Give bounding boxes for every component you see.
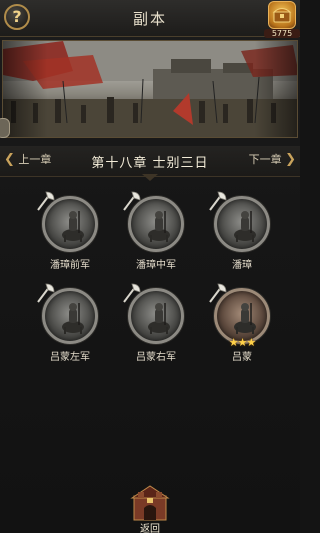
axe-icon [206,190,228,212]
cavalry-icon [148,211,170,242]
top-bar: ? 副本 [0,0,300,37]
stage-card[interactable]: 潘璋中军 [120,190,192,278]
axe-icon [120,282,142,304]
page-title: 副本 [132,10,167,28]
chapter-banner-image [2,40,298,138]
cavalry-icon [62,303,84,334]
stage-card[interactable]: 潘璋前军 [34,190,106,278]
fortress-gate-icon [130,485,170,521]
stage-card[interactable]: 吕蒙左军 [34,282,106,370]
next-chapter-button[interactable]: 下一章 ❯ [249,151,296,169]
cavalry-icon [234,303,256,334]
stage-card[interactable]: ★★★ 吕蒙 [206,282,278,370]
return-label: 返回 [140,524,160,533]
return-button[interactable]: 返回 [128,482,172,533]
stage-name: 潘璋前军 [50,260,90,271]
axe-icon [206,282,228,304]
chapter-bar-notch [142,174,158,181]
dungeon-screen: ? 副本 5775 ❮ 上一章 第十八章 士别三日 下一章 ❯ 潘璋前军 潘璋中… [0,0,300,533]
stage-name: 潘璋 [232,260,252,271]
treasure-chest-icon [268,1,296,29]
next-chapter-label: 下一章 [248,153,282,166]
side-drawer-handle[interactable] [0,118,10,138]
stage-name: 吕蒙左军 [50,352,90,363]
stage-card[interactable]: 潘璋 [206,190,278,278]
stage-name: 吕蒙 [232,352,252,363]
stage-name: 潘璋中军 [136,260,176,271]
cavalry-icon [234,211,256,242]
axe-icon [34,282,56,304]
banner-vignette [3,41,297,137]
cavalry-icon [62,211,84,242]
axe-icon [120,190,142,212]
chevron-right-icon: ❯ [285,152,296,167]
cavalry-icon [148,303,170,334]
axe-icon [34,190,56,212]
stage-card[interactable]: 吕蒙右军 [120,282,192,370]
currency-value: 5775 [264,29,300,38]
stage-name: 吕蒙右军 [136,352,176,363]
currency-widget[interactable]: 5775 [264,1,300,43]
